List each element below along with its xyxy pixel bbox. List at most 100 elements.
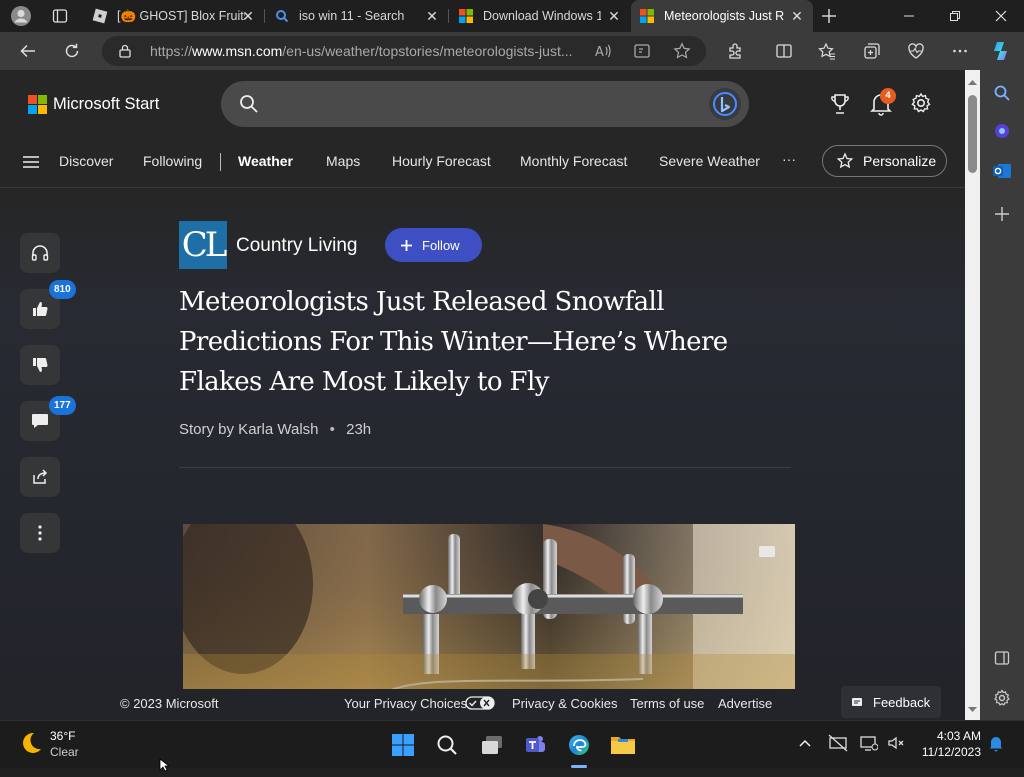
tab-meteorologists[interactable]: Meteorologists Just Released ✕ xyxy=(631,0,813,32)
immersive-reader-icon[interactable] xyxy=(628,37,656,65)
privacy-choices-toggle-icon xyxy=(465,695,495,714)
scroll-up-arrow-icon[interactable] xyxy=(967,73,978,91)
roblox-favicon-icon xyxy=(92,8,108,24)
hamburger-menu-icon[interactable] xyxy=(22,155,40,174)
article-divider xyxy=(179,467,791,468)
settings-gear-icon[interactable] xyxy=(910,92,932,119)
extensions-icon[interactable] xyxy=(721,37,749,65)
nav-discover[interactable]: Discover xyxy=(59,153,113,169)
dislike-button[interactable] xyxy=(20,345,60,385)
author-line[interactable]: Story by Karla Walsh xyxy=(179,421,319,438)
file-explorer-icon[interactable] xyxy=(608,730,638,760)
show-hidden-icons-icon[interactable] xyxy=(798,736,812,755)
lock-icon[interactable] xyxy=(117,43,133,59)
sparkle-star-icon xyxy=(836,152,854,170)
restore-icon[interactable] xyxy=(932,0,978,32)
notification-center-bell-icon[interactable] xyxy=(988,735,1004,757)
more-menu-icon[interactable] xyxy=(946,37,974,65)
search-icon xyxy=(239,94,259,119)
weather-temp[interactable]: 36°F xyxy=(50,729,75,743)
nav-more-icon[interactable]: ··· xyxy=(782,151,796,167)
hide-sidebar-icon[interactable] xyxy=(994,650,1010,671)
weather-moon-icon[interactable] xyxy=(18,730,44,761)
personalize-button[interactable]: Personalize xyxy=(822,145,947,177)
tab-blox-fruits[interactable]: [🎃 GHOST] Blox Fruits ✕ xyxy=(84,0,264,32)
favorites-icon[interactable] xyxy=(813,37,841,65)
feedback-button[interactable]: Feedback xyxy=(841,686,941,718)
microsoft-logo-icon xyxy=(28,95,47,114)
browser-essentials-icon[interactable] xyxy=(902,37,930,65)
volume-muted-icon[interactable] xyxy=(887,734,905,757)
article-hero-image[interactable] xyxy=(183,524,795,694)
microsoft-favicon-icon xyxy=(458,8,474,24)
scrollbar-thumb[interactable] xyxy=(968,95,977,173)
more-options-button[interactable] xyxy=(20,513,60,553)
task-view-icon[interactable] xyxy=(477,730,507,760)
close-tab-icon[interactable]: ✕ xyxy=(606,8,622,24)
advertise-link[interactable]: Advertise xyxy=(718,696,772,711)
tab-iso-search[interactable]: iso win 11 - Search ✕ xyxy=(266,0,448,32)
terms-link[interactable]: Terms of use xyxy=(630,696,704,711)
feedback-icon xyxy=(851,696,863,708)
tab-actions-icon[interactable] xyxy=(52,8,68,24)
vertical-dots-icon xyxy=(38,525,42,541)
listen-button[interactable] xyxy=(20,233,60,273)
share-button[interactable] xyxy=(20,457,60,497)
nav-monthly-forecast[interactable]: Monthly Forecast xyxy=(520,153,627,169)
favorite-star-icon[interactable] xyxy=(668,37,696,65)
start-windows-icon[interactable] xyxy=(388,730,418,760)
sidebar-search-icon[interactable] xyxy=(993,84,1011,107)
clock-date[interactable]: 11/12/2023 xyxy=(915,745,981,759)
url-text[interactable]: https://www.msn.com/en-us/weather/topsto… xyxy=(150,43,573,59)
microsoft-start-logo[interactable]: Microsoft Start xyxy=(28,95,159,114)
sidebar-settings-icon[interactable] xyxy=(993,689,1011,712)
split-screen-icon[interactable] xyxy=(770,37,798,65)
sidebar-outlook-icon[interactable] xyxy=(992,162,1012,185)
profile-avatar-icon[interactable] xyxy=(10,5,34,27)
follow-button[interactable]: Follow xyxy=(385,228,482,262)
nav-severe-weather[interactable]: Severe Weather xyxy=(659,153,760,169)
comment-icon xyxy=(32,414,48,428)
refresh-icon[interactable] xyxy=(58,37,86,65)
close-tab-icon[interactable]: ✕ xyxy=(424,8,440,24)
close-tab-icon[interactable]: ✕ xyxy=(240,8,256,24)
edge-browser-icon[interactable] xyxy=(564,730,594,760)
nav-hourly-forecast[interactable]: Hourly Forecast xyxy=(392,153,491,169)
back-icon[interactable] xyxy=(14,37,42,65)
bing-chat-icon[interactable] xyxy=(709,88,741,120)
msn-header: Microsoft Start 4 Discover Following Wea… xyxy=(0,70,965,188)
close-tab-icon[interactable]: ✕ xyxy=(789,8,805,24)
collections-icon[interactable] xyxy=(858,37,886,65)
publisher-logo[interactable]: CL xyxy=(179,221,227,269)
search-input[interactable] xyxy=(221,81,749,127)
sidebar-add-icon[interactable] xyxy=(994,206,1010,227)
scroll-down-arrow-icon[interactable] xyxy=(967,701,978,719)
new-tab-icon[interactable] xyxy=(820,7,838,25)
nav-following[interactable]: Following xyxy=(143,153,202,169)
article-age: 23h xyxy=(346,421,372,438)
svg-text:A: A xyxy=(595,45,604,60)
minimize-icon[interactable] xyxy=(886,0,932,32)
tab-download-windows[interactable]: Download Windows 11 ✕ xyxy=(450,0,630,32)
copyright-text: © 2023 Microsoft xyxy=(120,696,219,711)
like-count-badge: 810 xyxy=(49,280,76,299)
taskbar-search-icon[interactable] xyxy=(432,730,462,760)
rewards-trophy-icon[interactable] xyxy=(829,92,851,121)
copilot-icon[interactable] xyxy=(988,37,1016,65)
clock-time[interactable]: 4:03 AM xyxy=(929,729,981,743)
privacy-cookies-link[interactable]: Privacy & Cookies xyxy=(512,696,617,711)
nav-weather[interactable]: Weather xyxy=(238,153,293,169)
privacy-choices-link[interactable]: Your Privacy Choices xyxy=(344,696,467,711)
msn-page: Microsoft Start 4 Discover Following Wea… xyxy=(0,70,965,720)
tab-title: Download Windows 11 xyxy=(483,9,601,23)
close-window-icon[interactable] xyxy=(978,0,1024,32)
sidebar-copilot-icon[interactable] xyxy=(993,122,1011,145)
nav-maps[interactable]: Maps xyxy=(326,153,360,169)
publisher-name[interactable]: Country Living xyxy=(236,235,357,257)
network-icon[interactable] xyxy=(860,734,879,757)
ethernet-disconnected-icon[interactable] xyxy=(828,734,848,757)
beer-taps-image xyxy=(183,524,795,694)
share-icon xyxy=(33,469,48,484)
read-aloud-icon[interactable]: A xyxy=(589,37,617,65)
teams-icon[interactable] xyxy=(520,730,550,760)
